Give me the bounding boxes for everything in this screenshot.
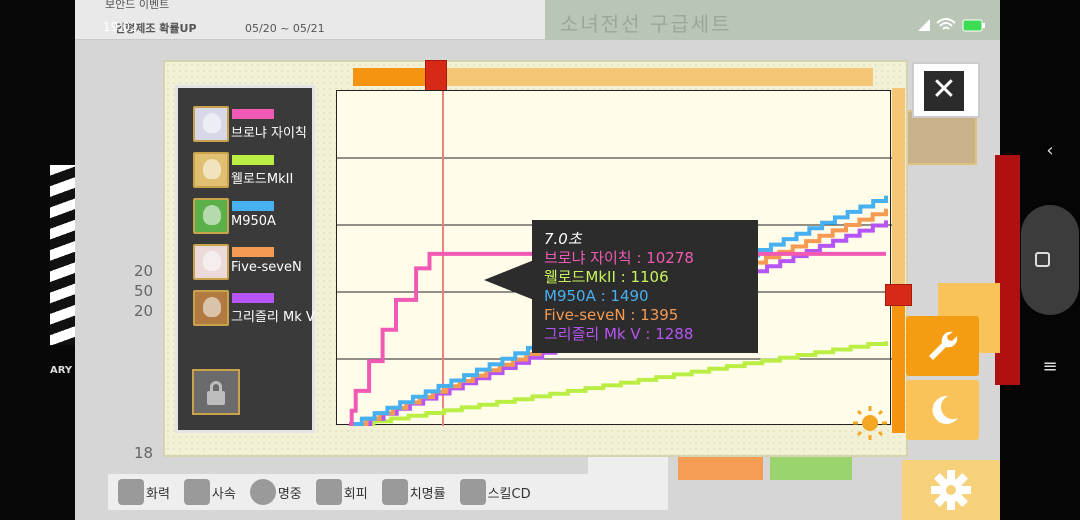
tooltip-arrow — [484, 260, 534, 300]
bg-stat: 20 — [134, 262, 154, 280]
legend-item[interactable]: 그리즐리 Mk V — [193, 290, 315, 330]
tooltip-line: 웰로드MkII : 1106 — [544, 268, 669, 286]
square-icon — [1035, 252, 1050, 267]
bg-stat: 20 — [134, 302, 154, 320]
avatar — [193, 290, 229, 326]
stat-crit: 치명률 — [381, 479, 446, 505]
stat-label: 회피 — [343, 486, 368, 502]
event-table: 보안드 이벤트 인형제조 확률UP 05/20 ~ 05/21 — [75, 0, 545, 40]
bg-title: 소녀전선 구급세트 — [560, 12, 732, 36]
legend-name: 웰로드MkII — [231, 172, 294, 187]
stat-label: 사속 — [211, 486, 236, 502]
lock-button[interactable] — [192, 369, 240, 415]
tooltip-line: 그리즐리 Mk V : 1288 — [544, 325, 694, 343]
sun-icon[interactable] — [852, 405, 888, 441]
bullet-icon — [118, 479, 144, 505]
event-row-date: 05/20 ~ 05/21 — [245, 22, 325, 35]
legend-item[interactable]: M950A — [193, 198, 315, 238]
legend-color-chip — [232, 293, 274, 303]
legend-color-chip — [232, 201, 274, 211]
legend-color-chip — [232, 109, 274, 119]
legend-item[interactable]: 웰로드MkII — [193, 152, 315, 192]
legend-name: 브로냐 자이칙 — [231, 126, 307, 141]
stat-evasion: 회피 — [315, 479, 368, 505]
bg-stat: 18 — [134, 444, 154, 462]
lock-icon-body — [207, 391, 225, 405]
settings-button[interactable] — [902, 460, 1000, 520]
moon-icon — [932, 395, 958, 424]
avatar — [193, 244, 229, 280]
legend-color-chip — [232, 247, 274, 257]
left-side-text: ARY — [50, 365, 73, 376]
bg-tab — [770, 456, 852, 480]
stat-label: 치명률 — [409, 486, 446, 502]
hourglass-icon — [183, 479, 210, 505]
legend-name: M950A — [231, 214, 276, 229]
crosshair-icon — [249, 479, 276, 505]
stat-skill-cd: 스킬CD — [459, 479, 531, 505]
value-tooltip: 7.0초 브로냐 자이칙 : 10278 웰로드MkII : 1106 M950… — [532, 220, 758, 353]
stat-accuracy: 명중 — [249, 479, 302, 505]
status-time: 19:02 — [103, 20, 138, 34]
tooltip-line: 브로냐 자이칙 : 10278 — [544, 249, 694, 267]
legend-name: Five-seveN — [231, 260, 302, 275]
stat-label: 스킬CD — [487, 486, 531, 502]
bg-tab — [678, 456, 763, 480]
stat-firepower: 화력 — [118, 479, 170, 505]
legend-item[interactable]: Five-seveN — [193, 244, 315, 284]
battery-icon — [962, 19, 985, 31]
value-slider-fill — [892, 295, 905, 433]
close-button[interactable]: ✕ — [912, 62, 980, 118]
status-icons — [918, 18, 986, 32]
bg-stat: 50 — [134, 282, 154, 300]
wrench-icon — [928, 331, 957, 360]
avatar — [193, 152, 229, 188]
tooltip-line: M950A : 1490 — [544, 287, 649, 305]
menu-nav-icon[interactable]: ≡ — [1035, 356, 1065, 377]
time-slider-fill — [353, 68, 437, 86]
time-slider-handle[interactable] — [425, 60, 448, 94]
bg-portrait — [905, 110, 977, 165]
stat-rof: 사속 — [183, 479, 236, 505]
skill-cd-icon — [459, 479, 486, 505]
wifi-icon — [936, 18, 956, 30]
home-nav-button[interactable] — [1021, 205, 1079, 315]
stat-bar: 화력 사속 명중 회피 치명률 스킬CD — [108, 474, 668, 510]
close-icon: ✕ — [924, 71, 964, 111]
value-slider-handle[interactable] — [885, 284, 912, 306]
back-nav-icon[interactable]: ‹ — [1035, 140, 1065, 161]
crit-icon — [381, 479, 408, 505]
tooltip-line: Five-seveN : 1395 — [544, 306, 679, 324]
stat-label: 화력 — [146, 486, 170, 502]
tooltip-time: 7.0초 — [544, 230, 582, 248]
evasion-icon — [315, 479, 342, 505]
legend-item[interactable]: 브로냐 자이칙 — [193, 106, 315, 146]
wrench-button[interactable] — [906, 316, 979, 376]
avatar — [193, 198, 229, 234]
gear-icon — [931, 470, 971, 510]
signal-icon — [918, 19, 930, 31]
legend-name: 그리즐리 Mk V — [231, 310, 315, 325]
night-mode-button[interactable] — [906, 380, 979, 440]
event-row-label: 보안드 이벤트 — [105, 0, 170, 11]
left-decor-graphic — [50, 165, 75, 345]
avatar — [193, 106, 229, 142]
series-line-1 — [355, 341, 888, 426]
legend-color-chip — [232, 155, 274, 165]
stat-label: 명중 — [277, 486, 302, 502]
